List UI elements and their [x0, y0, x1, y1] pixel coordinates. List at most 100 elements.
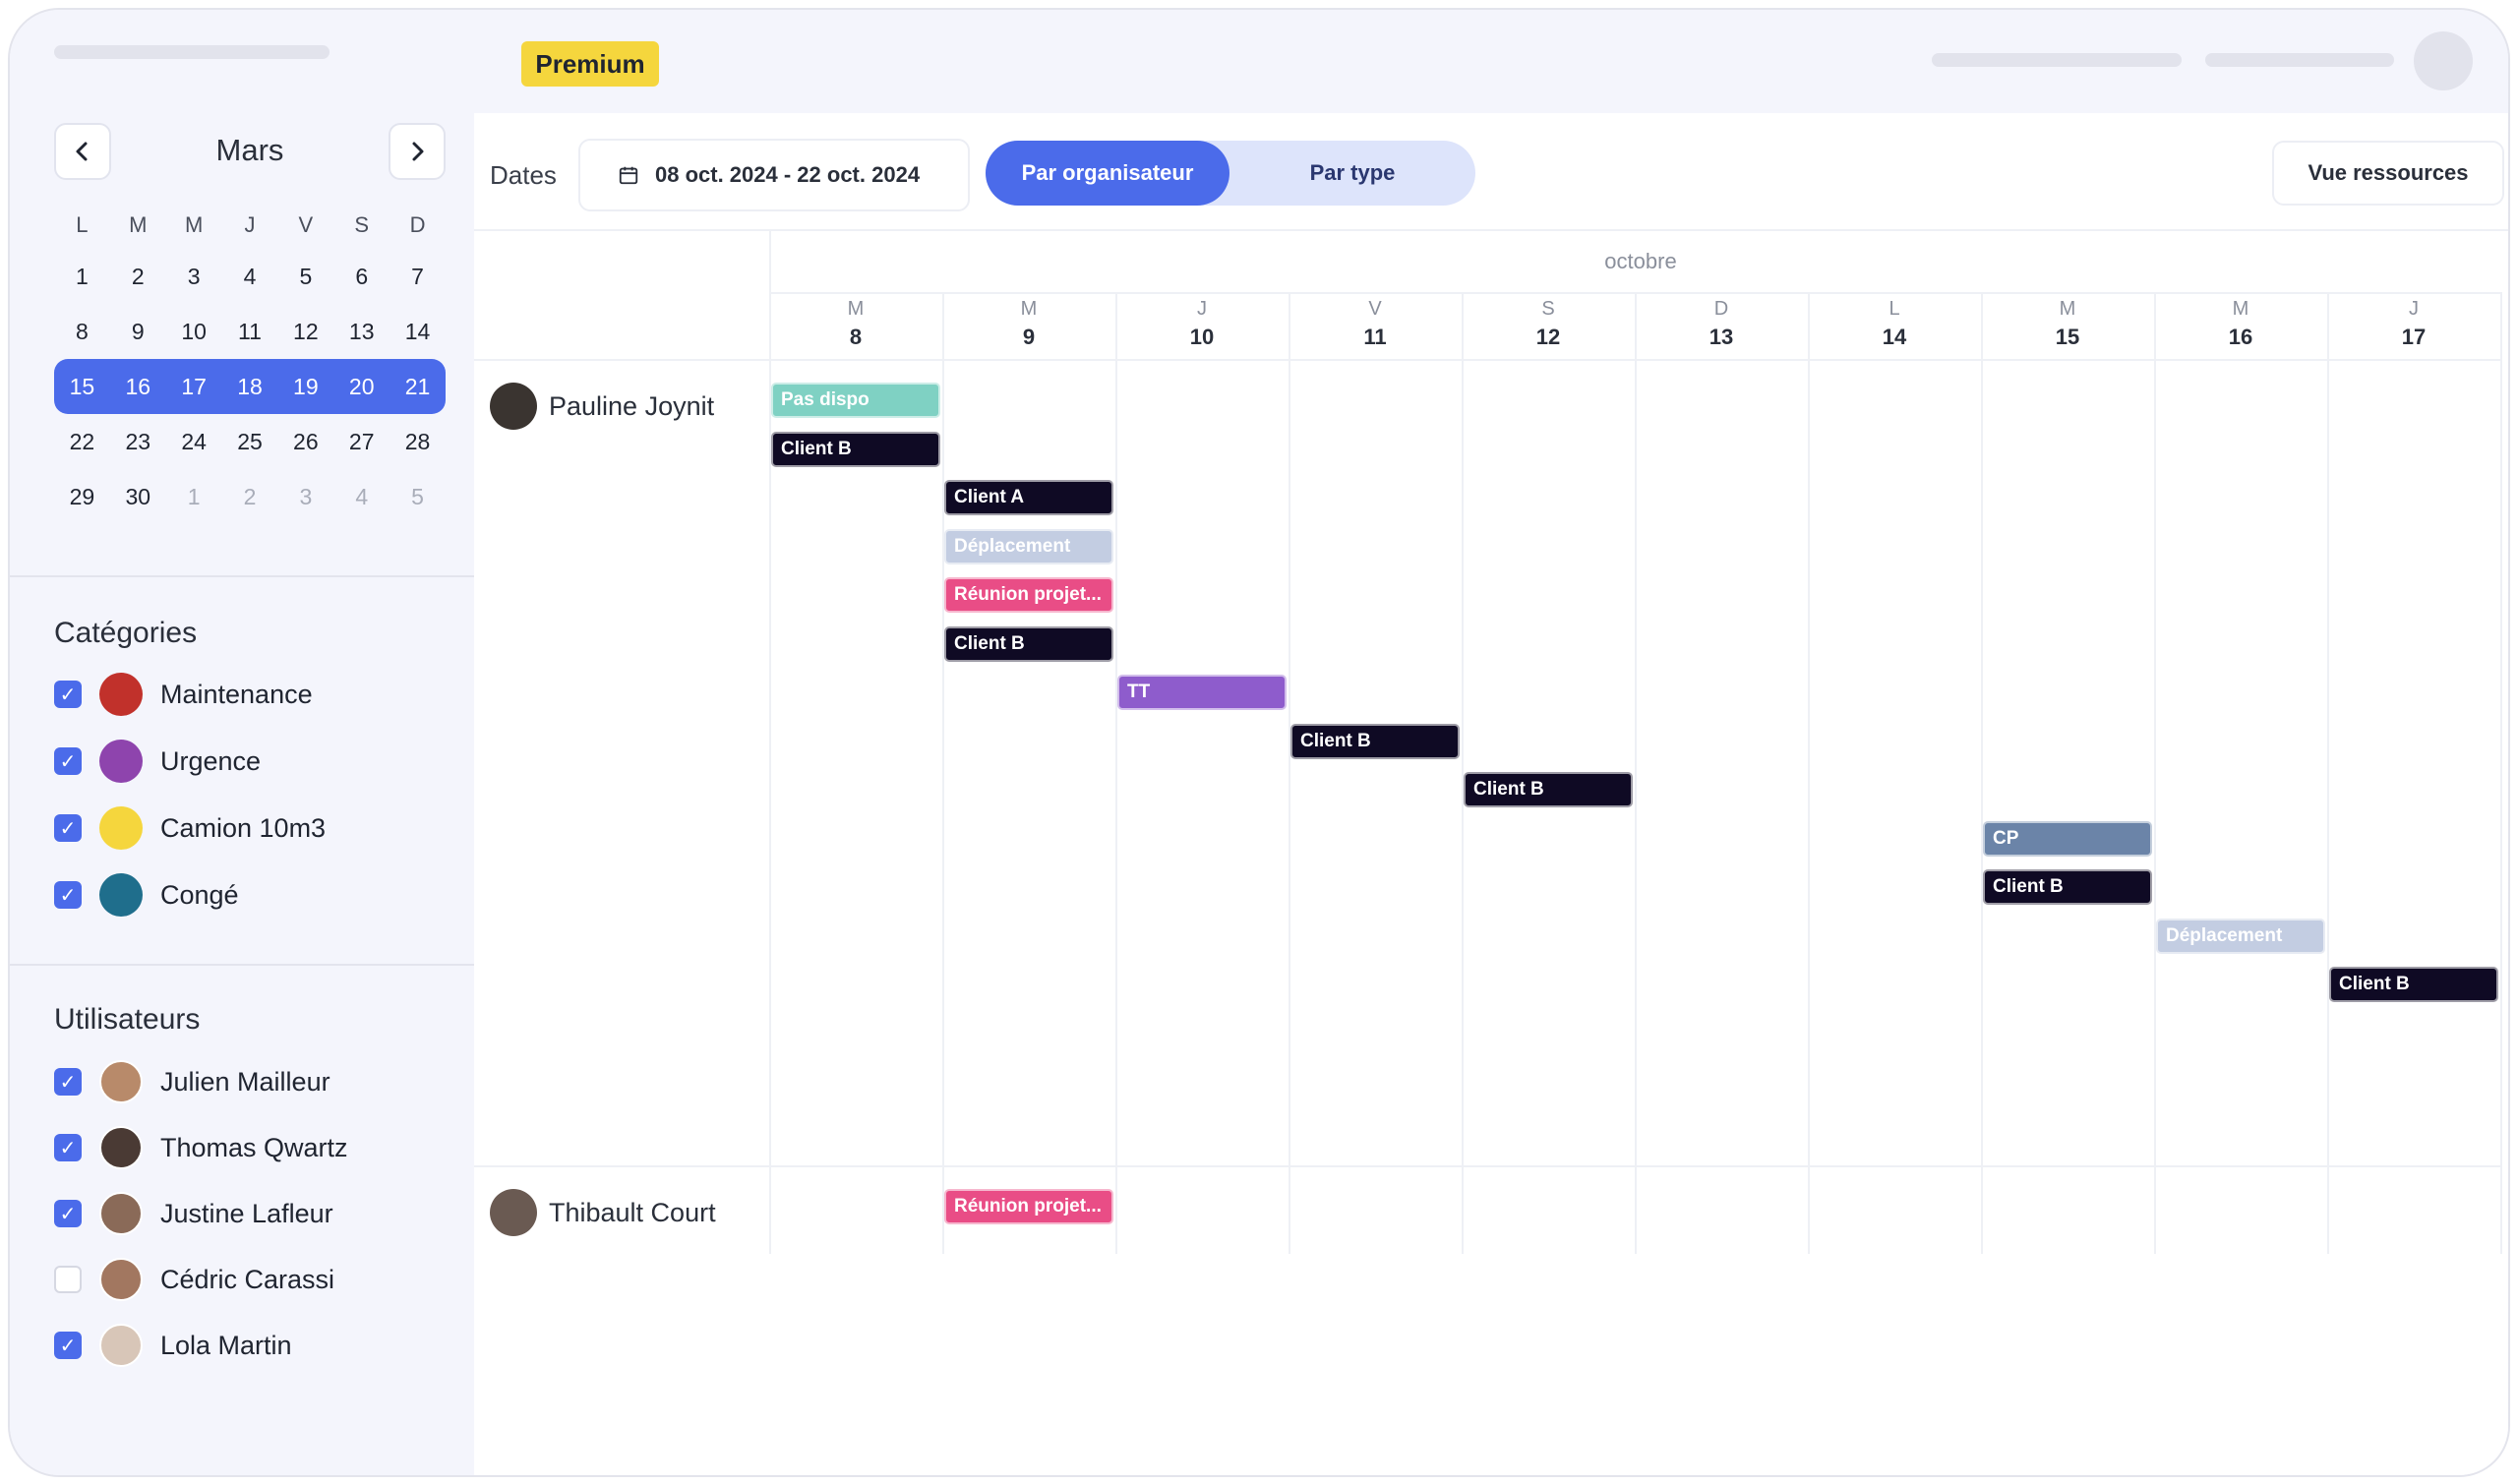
user-filter-item[interactable]: ✓ Lola Martin — [54, 1323, 292, 1368]
event-block[interactable]: Réunion projet... — [944, 577, 1113, 613]
calendar-day[interactable]: 7 — [390, 264, 446, 290]
day-column-header: M8 — [769, 292, 942, 359]
sidebar-divider — [10, 964, 474, 966]
calendar-day[interactable]: 17 — [166, 374, 222, 400]
calendar-day[interactable]: 20 — [333, 374, 390, 400]
calendar-week-row[interactable]: 15 16 17 18 19 20 21 — [54, 359, 446, 414]
next-month-button[interactable] — [389, 123, 446, 180]
calendar-day[interactable]: 14 — [390, 319, 446, 345]
calendar-day[interactable]: 2 — [222, 484, 278, 510]
resources-view-button[interactable]: Vue ressources — [2272, 141, 2504, 206]
checkbox[interactable]: ✓ — [54, 1332, 82, 1359]
user-filter-item[interactable]: Cédric Carassi — [54, 1257, 334, 1302]
premium-badge[interactable]: Premium — [521, 41, 659, 87]
checkbox[interactable]: ✓ — [54, 1200, 82, 1227]
day-letter: J — [1197, 298, 1207, 320]
calendar-day[interactable]: 4 — [333, 484, 390, 510]
checkbox[interactable]: ✓ — [54, 681, 82, 708]
user-filter-item[interactable]: ✓ Thomas Qwartz — [54, 1125, 348, 1170]
organizer-name: Thibault Court — [549, 1197, 716, 1227]
category-color-dot — [99, 873, 143, 917]
calendar-day[interactable]: 3 — [166, 264, 222, 290]
calendar-week-row[interactable]: 29 30 1 2 3 4 5 — [54, 469, 446, 524]
day-column-header: J 10 — [1115, 292, 1289, 359]
calendar-week-row[interactable]: 22 23 24 25 26 27 28 — [54, 414, 446, 469]
day-number: 9 — [1022, 325, 1036, 349]
calendar-day[interactable]: 22 — [54, 429, 110, 455]
calendar-day[interactable]: 13 — [333, 319, 390, 345]
user-filter-item[interactable]: ✓ Julien Mailleur — [54, 1059, 330, 1104]
profile-avatar[interactable] — [2414, 31, 2473, 90]
calendar-day[interactable]: 18 — [222, 374, 278, 400]
calendar-day[interactable]: 1 — [166, 484, 222, 510]
checkbox[interactable]: ✓ — [54, 814, 82, 842]
by-type-tab[interactable]: Par type — [1229, 141, 1475, 206]
weekday-label: S — [354, 212, 370, 237]
event-block[interactable]: TT — [1117, 675, 1287, 710]
category-label: Camion 10m3 — [160, 812, 327, 843]
calendar-day[interactable]: 27 — [333, 429, 390, 455]
calendar-day[interactable]: 24 — [166, 429, 222, 455]
grid-column-line — [2500, 292, 2502, 1254]
event-block[interactable]: Client B — [1290, 723, 1460, 759]
calendar-day[interactable]: 15 — [54, 374, 110, 400]
checkbox[interactable]: ✓ — [54, 1068, 82, 1096]
calendar-day[interactable]: 19 — [277, 374, 333, 400]
checkbox[interactable]: ✓ — [54, 747, 82, 775]
calendar-day[interactable]: 16 — [110, 374, 166, 400]
calendar-day[interactable]: 29 — [54, 484, 110, 510]
category-label: Urgence — [160, 745, 262, 776]
calendar-day[interactable]: 5 — [390, 484, 446, 510]
calendar-day[interactable]: 1 — [54, 264, 110, 290]
calendar-day[interactable]: 10 — [166, 319, 222, 345]
calendar-week-row[interactable]: 8 9 10 11 12 13 14 — [54, 304, 446, 359]
calendar-day[interactable]: 3 — [277, 484, 333, 510]
day-number: 14 — [1882, 325, 1907, 349]
user-filter-item[interactable]: ✓ Justine Lafleur — [54, 1191, 333, 1236]
event-block[interactable]: Client A — [944, 480, 1113, 515]
calendar-week-row[interactable]: 1234567 — [54, 249, 446, 304]
by-organizer-tab[interactable]: Par organisateur — [986, 141, 1229, 206]
checkbox[interactable]: ✓ — [54, 1134, 82, 1161]
calendar-day[interactable]: 30 — [110, 484, 166, 510]
calendar-day[interactable]: 8 — [54, 319, 110, 345]
user-label: Cédric Carassi — [160, 1264, 335, 1294]
calendar-day[interactable]: 25 — [222, 429, 278, 455]
day-number: 16 — [2228, 325, 2253, 349]
checkbox[interactable] — [54, 1266, 82, 1293]
planner-grid: octobre M 8 M 9 J 10 V 11 S 12 D 13 L 14 M 15 M 16 J 17 Paul… — [474, 229, 2508, 1468]
event-block[interactable]: Pas dispo — [771, 383, 940, 418]
calendar-day[interactable]: 23 — [110, 429, 166, 455]
calendar-day[interactable]: 21 — [390, 374, 446, 400]
event-block[interactable]: Client B — [1983, 869, 2152, 905]
organizer-name: Pauline Joynit — [549, 390, 715, 421]
event-block[interactable]: Client B — [771, 431, 940, 467]
category-filter-item[interactable]: ✓ Camion 10m3 — [54, 805, 326, 851]
event-block[interactable]: CP — [1983, 820, 2152, 857]
calendar-day[interactable]: 11 — [222, 319, 278, 345]
category-filter-item[interactable]: ✓ Urgence — [54, 739, 261, 784]
day-letter: V — [1368, 298, 1382, 320]
event-block[interactable]: Déplacement — [2156, 918, 2325, 954]
event-block[interactable]: Réunion projet... — [944, 1189, 1113, 1224]
check-icon: ✓ — [59, 683, 77, 706]
calendar-day[interactable]: 28 — [390, 429, 446, 455]
date-range-picker[interactable]: 08 oct. 2024 - 22 oct. 2024 — [578, 139, 970, 211]
category-filter-item[interactable]: ✓ Maintenance — [54, 672, 313, 717]
calendar-day[interactable]: 4 — [222, 264, 278, 290]
grid-column-line — [2327, 292, 2329, 1254]
calendar-day[interactable]: 26 — [277, 429, 333, 455]
calendar-day[interactable]: 2 — [110, 264, 166, 290]
category-filter-item[interactable]: ✓ Congé — [54, 872, 239, 918]
event-block[interactable]: Client B — [1464, 772, 1633, 807]
event-block[interactable]: Client B — [2329, 967, 2498, 1002]
calendar-day[interactable]: 6 — [333, 264, 390, 290]
calendar-day[interactable]: 12 — [277, 319, 333, 345]
weekday-label: L — [76, 212, 89, 237]
organizer-row-label: Pauline Joynit — [490, 383, 714, 430]
checkbox[interactable]: ✓ — [54, 881, 82, 909]
calendar-day[interactable]: 5 — [277, 264, 333, 290]
calendar-day[interactable]: 9 — [110, 319, 166, 345]
event-block[interactable]: Déplacement — [944, 528, 1113, 564]
event-block[interactable]: Client B — [944, 625, 1113, 662]
